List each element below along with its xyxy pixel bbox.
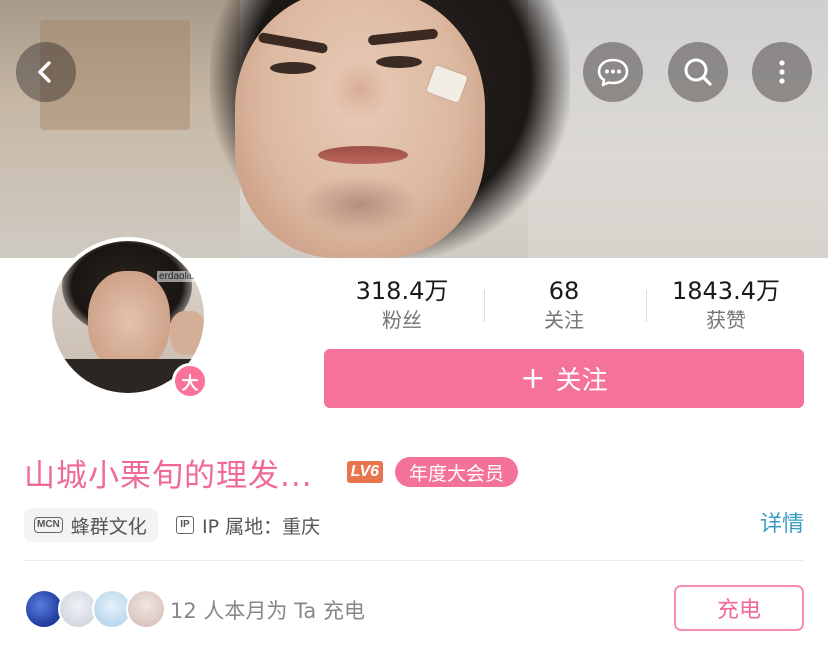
- banner-beard: [300, 175, 420, 235]
- avatar-face: [88, 271, 170, 371]
- divider: [24, 560, 804, 561]
- stat-likes-label: 获赞: [706, 308, 746, 332]
- message-button[interactable]: [583, 42, 643, 102]
- banner-eye-right: [376, 56, 422, 68]
- banner-background-right: [528, 0, 828, 258]
- charge-button[interactable]: 充电: [674, 585, 804, 631]
- follow-button-label: 关注: [555, 366, 608, 396]
- big-member-badge: 大: [172, 363, 208, 399]
- supporter-avatar[interactable]: [126, 589, 166, 629]
- mcn-tag[interactable]: MCN 蜂群文化: [24, 508, 158, 542]
- search-button[interactable]: [668, 42, 728, 102]
- search-icon: [684, 58, 712, 86]
- vip-badge[interactable]: 年度大会员: [395, 457, 519, 487]
- stat-following-value: 68: [548, 277, 580, 305]
- avatar-watermark: erdaoliu123: [157, 271, 204, 282]
- back-button[interactable]: [16, 42, 76, 102]
- follow-button[interactable]: + 关注: [324, 349, 804, 408]
- stats-bar: 318.4万 粉丝 68 关注 1843.4万 获赞: [322, 276, 806, 336]
- stat-likes[interactable]: 1843.4万 获赞: [646, 276, 806, 334]
- plus-icon: +: [520, 360, 546, 396]
- ip-icon: IP: [176, 516, 194, 534]
- mcn-label: 蜂群文化: [70, 515, 147, 538]
- user-name[interactable]: 山城小栗旬的理发...: [24, 450, 313, 495]
- more-vertical-icon: [779, 60, 785, 84]
- charge-row: 12 人本月为 Ta 充电 充电: [24, 585, 804, 633]
- stat-followers[interactable]: 318.4万 粉丝: [322, 276, 482, 334]
- stat-followers-value: 318.4万: [355, 277, 449, 305]
- more-button[interactable]: [752, 42, 812, 102]
- stat-followers-label: 粉丝: [382, 308, 422, 332]
- tags-row: MCN 蜂群文化 IP IP 属地：重庆 详情: [24, 508, 804, 542]
- banner-nose: [330, 60, 390, 120]
- ip-location-tag: IP IP 属地：重庆: [172, 508, 320, 542]
- stat-following-label: 关注: [544, 308, 584, 332]
- stat-following[interactable]: 68 关注: [484, 276, 644, 334]
- profile-banner: [0, 0, 828, 258]
- ip-location-label: IP 属地：重庆: [202, 515, 321, 538]
- charge-supporters-text: 12 人本月为 Ta 充电: [170, 599, 365, 623]
- level-badge[interactable]: LV6: [346, 461, 384, 483]
- detail-link[interactable]: 详情: [760, 508, 804, 542]
- name-row: 山城小栗旬的理发... LV6 年度大会员: [24, 450, 519, 495]
- avatar-hand: [170, 311, 204, 355]
- banner-mouth: [318, 146, 408, 164]
- chevron-left-icon: [38, 61, 51, 83]
- chat-bubble-icon: [597, 58, 629, 87]
- mcn-icon: MCN: [34, 517, 63, 533]
- stat-likes-value: 1843.4万: [672, 277, 780, 305]
- banner-eye-left: [270, 62, 316, 74]
